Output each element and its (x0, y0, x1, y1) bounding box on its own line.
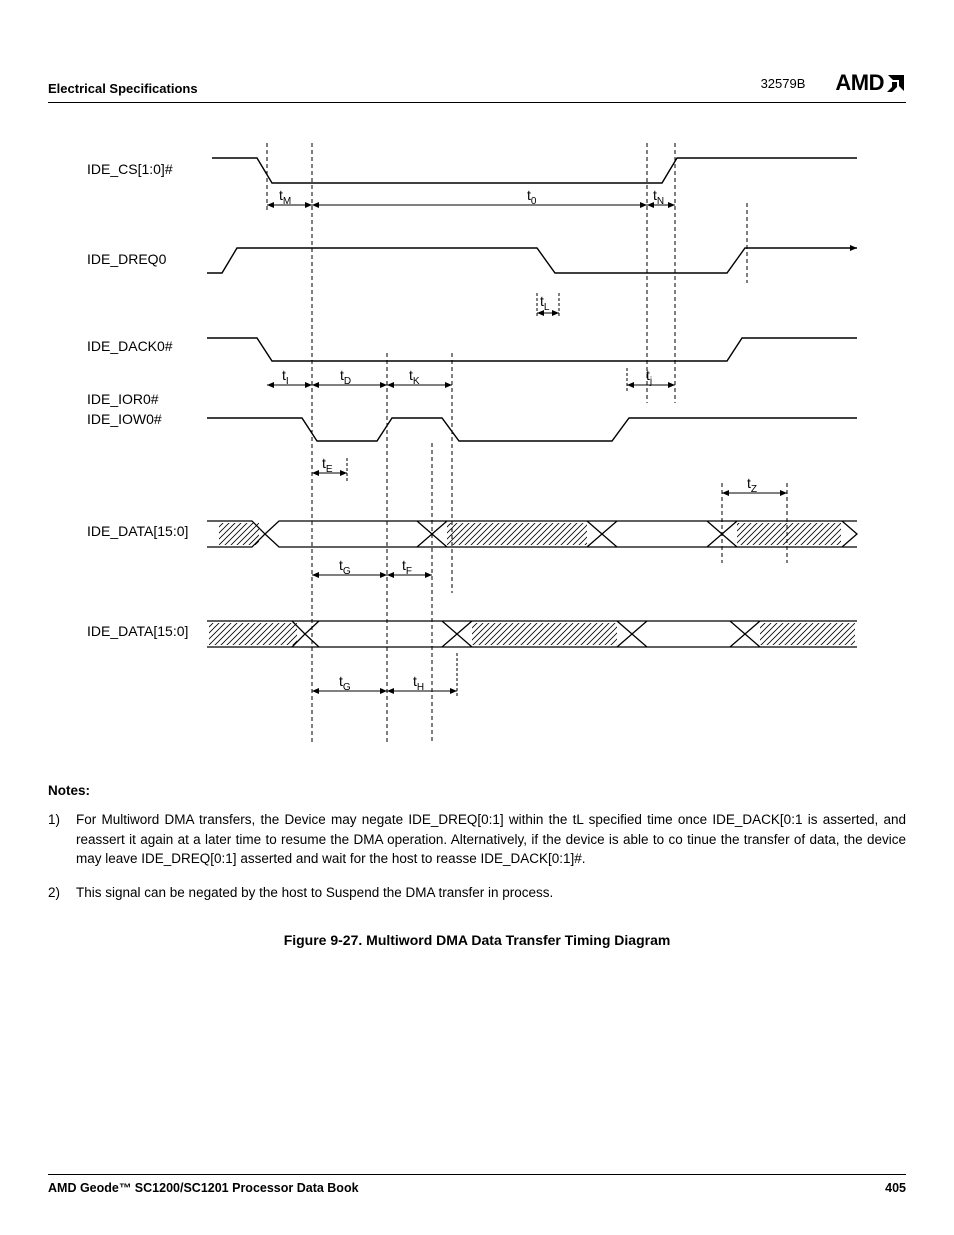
page-footer: AMD Geode™ SC1200/SC1201 Processor Data … (48, 1174, 906, 1195)
t-label: t0 (527, 187, 536, 207)
footer-page: 405 (885, 1181, 906, 1195)
t-label: tF (402, 557, 412, 577)
t-label: tN (653, 187, 664, 207)
t-label: tK (409, 367, 420, 387)
page-header: Electrical Specifications 32579B AMD (48, 70, 906, 103)
footer-book: AMD Geode™ SC1200/SC1201 Processor Data … (48, 1181, 359, 1195)
figure-caption: Figure 9-27. Multiword DMA Data Transfer… (48, 932, 906, 948)
header-right: 32579B AMD (761, 70, 906, 96)
t-label: tH (413, 673, 424, 693)
t-label: tZ (747, 475, 757, 495)
amd-arrow-icon (886, 73, 906, 93)
notes-section: Notes: 1) For Multiword DMA transfers, t… (48, 783, 906, 902)
timing-diagram: IDE_CS[1:0]# IDE_DREQ0 IDE_DACK0# IDE_IO… (87, 143, 867, 753)
t-label: tj (646, 367, 652, 387)
t-label: tD (340, 367, 351, 387)
t-label: tI (282, 367, 289, 387)
t-label: tG (339, 557, 351, 577)
notes-heading: Notes: (48, 783, 906, 798)
t-label: tE (322, 455, 333, 475)
amd-logo: AMD (835, 70, 906, 96)
timing-svg (87, 143, 867, 753)
note-item: 1) For Multiword DMA transfers, the Devi… (48, 810, 906, 869)
t-label: tG (339, 673, 351, 693)
t-label: tL (540, 293, 549, 313)
t-label: tM (279, 187, 291, 207)
doc-code: 32579B (761, 76, 806, 91)
section-title: Electrical Specifications (48, 81, 198, 96)
note-item: 2) This signal can be negated by the hos… (48, 883, 906, 903)
